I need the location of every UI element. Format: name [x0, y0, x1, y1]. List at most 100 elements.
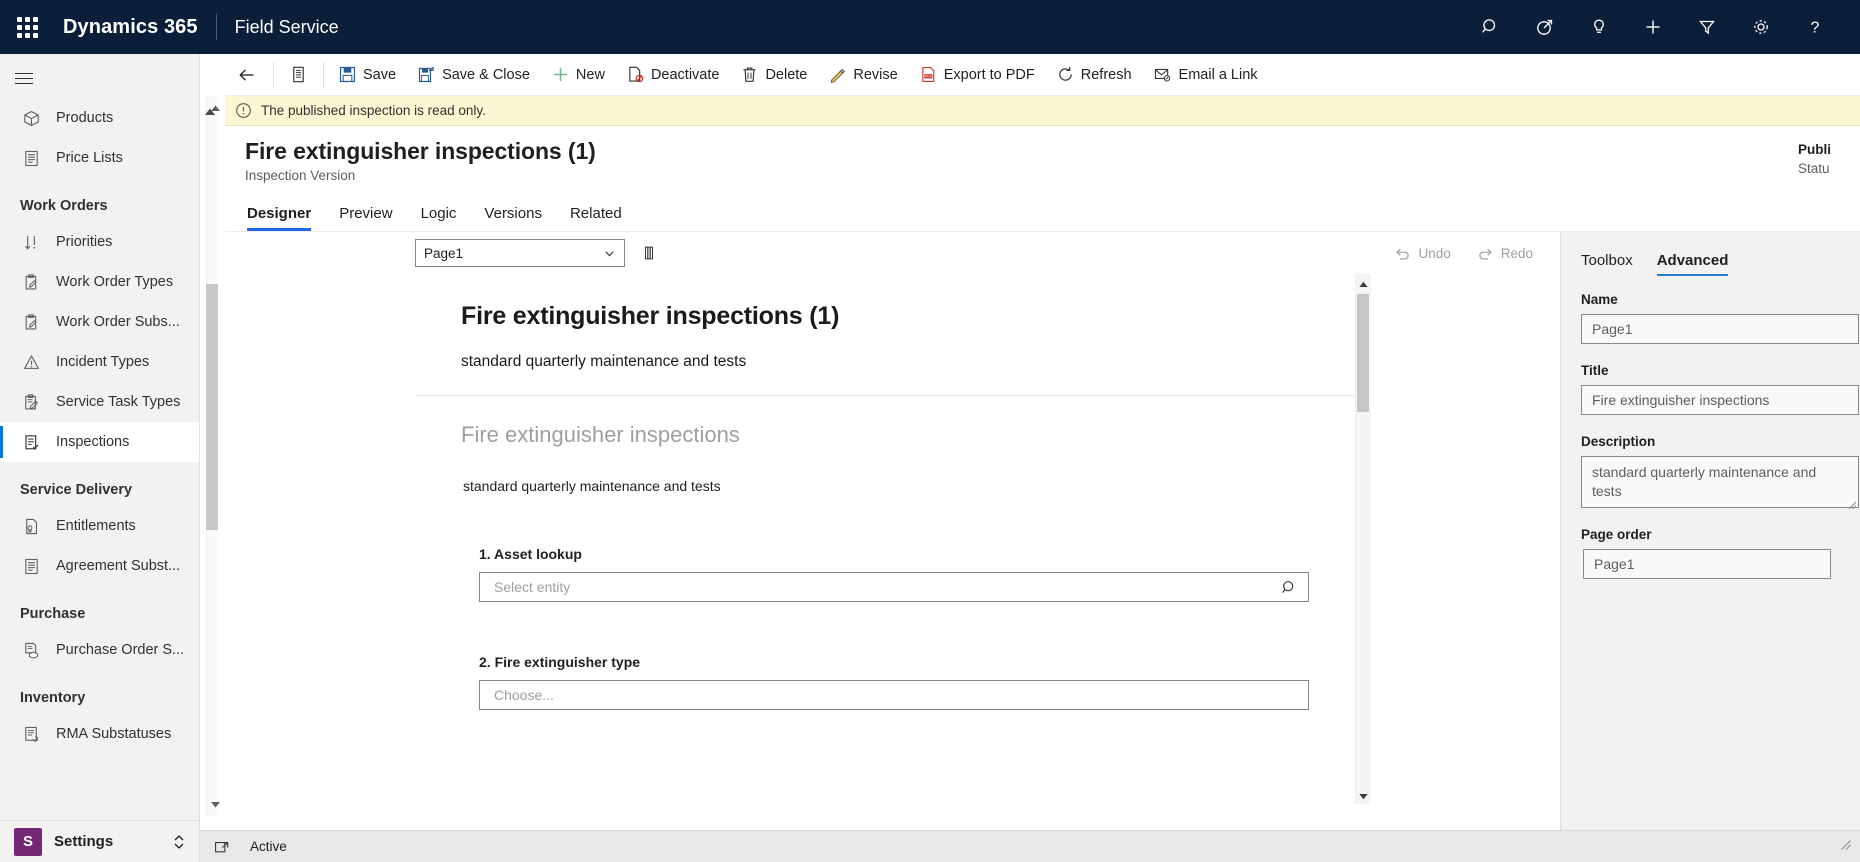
- sidebar-group-work-orders: Work Orders: [20, 198, 108, 214]
- form-card-heading: Fire extinguisher inspections (1): [461, 302, 840, 330]
- save-close-icon: [418, 66, 435, 83]
- delete-button[interactable]: Delete: [730, 54, 818, 96]
- plus-icon: [552, 66, 569, 83]
- tab-designer[interactable]: Designer: [247, 205, 312, 231]
- undo-label: Undo: [1418, 245, 1451, 261]
- tab-logic[interactable]: Logic: [421, 205, 457, 231]
- command-label: Email a Link: [1178, 66, 1258, 83]
- redo-button[interactable]: Redo: [1477, 246, 1533, 261]
- sidebar-item-work-order-substatuses[interactable]: Work Order Subs...: [0, 302, 199, 342]
- search-icon[interactable]: [1281, 579, 1298, 596]
- designer-toolbar: Page1 Undo Redo: [225, 232, 1555, 274]
- back-button[interactable]: [225, 54, 269, 96]
- page-order-field-value: Page1: [1594, 556, 1635, 572]
- page-order-field[interactable]: Page1: [1583, 549, 1831, 579]
- form-selector-button[interactable]: [278, 54, 319, 96]
- new-button[interactable]: New: [541, 54, 616, 96]
- title-field-value: Fire extinguisher inspections: [1592, 392, 1770, 408]
- pencil-icon: [829, 66, 846, 83]
- canvas-scroll-down-icon[interactable]: [1355, 788, 1371, 804]
- popout-icon[interactable]: [214, 839, 230, 855]
- sidebar-scroll-down-icon[interactable]: [207, 796, 223, 812]
- tab-advanced[interactable]: Advanced: [1656, 252, 1728, 276]
- sidebar-item-inspections[interactable]: Inspections: [0, 422, 199, 462]
- title-field[interactable]: Fire extinguisher inspections: [1581, 385, 1859, 415]
- export-to-pdf-button[interactable]: PDF Export to PDF: [909, 54, 1046, 96]
- sidebar-item-purchase-order-substatuses[interactable]: Purchase Order S...: [0, 630, 199, 670]
- record-status-label: Statu: [1798, 161, 1830, 176]
- tab-toolbox[interactable]: Toolbox: [1581, 252, 1633, 276]
- settings-tile-icon: S: [14, 827, 42, 856]
- name-field[interactable]: Page1: [1581, 314, 1859, 344]
- filter-icon[interactable]: [1680, 0, 1734, 54]
- page-selector-dropdown[interactable]: Page1: [415, 239, 625, 267]
- document-lines-icon: [20, 555, 42, 577]
- sidebar-item-rma-substatuses[interactable]: RMA Substatuses: [0, 714, 199, 754]
- form-field-asset-lookup[interactable]: 1. Asset lookup Select entity: [461, 546, 1309, 602]
- page-settings-button[interactable]: [635, 239, 663, 267]
- canvas-scroll-up-icon[interactable]: [1355, 276, 1371, 292]
- sidebar-item-priorities[interactable]: Priorities: [0, 222, 199, 262]
- properties-form: Name Page1 Title Fire extinguisher inspe…: [1561, 276, 1860, 579]
- tab-related[interactable]: Related: [570, 205, 622, 231]
- save-button[interactable]: Save: [328, 54, 407, 96]
- form-title-placeholder[interactable]: Fire extinguisher inspections: [461, 422, 1309, 448]
- plus-icon[interactable]: [1626, 0, 1680, 54]
- record-status-value: Publi: [1798, 142, 1831, 157]
- form-description-text[interactable]: standard quarterly maintenance and tests: [463, 478, 1309, 494]
- lightbulb-icon[interactable]: [1572, 0, 1626, 54]
- gear-icon[interactable]: [1734, 0, 1788, 54]
- sidebar-item-entitlements[interactable]: Entitlements: [0, 506, 199, 546]
- command-label: Refresh: [1080, 66, 1132, 83]
- save-and-close-button[interactable]: Save & Close: [407, 54, 541, 96]
- sidebar-item-products[interactable]: Products: [0, 98, 199, 138]
- designer-canvas: Fire extinguisher inspections (1) standa…: [415, 274, 1355, 804]
- sidebar-item-agreement-substatuses[interactable]: Agreement Subst...: [0, 546, 199, 586]
- field-placeholder: Choose...: [494, 687, 554, 703]
- command-divider: [273, 61, 274, 88]
- description-field[interactable]: standard quarterly maintenance and tests: [1581, 456, 1859, 510]
- fire-extinguisher-type-dropdown[interactable]: Choose...: [479, 680, 1309, 710]
- undo-button[interactable]: Undo: [1394, 245, 1451, 261]
- command-label: Save & Close: [442, 66, 530, 83]
- sidebar-item-label: RMA Substatuses: [56, 726, 172, 742]
- app-name[interactable]: Field Service: [235, 17, 339, 38]
- sidebar-item-label: Incident Types: [56, 354, 150, 370]
- form-field-fire-extinguisher-type[interactable]: 2. Fire extinguisher type Choose...: [461, 654, 1309, 710]
- tab-preview[interactable]: Preview: [339, 205, 392, 231]
- sidebar-item-service-task-types[interactable]: Service Task Types: [0, 382, 199, 422]
- sidebar-area-switcher[interactable]: S Settings: [0, 820, 199, 862]
- tab-versions[interactable]: Versions: [484, 205, 542, 231]
- resize-grip-icon[interactable]: [1847, 496, 1857, 510]
- email-a-link-button[interactable]: Email a Link: [1143, 54, 1269, 96]
- sidebar-nav-list: Products Price Lists Work Orders Priorit…: [0, 98, 199, 802]
- search-icon[interactable]: [1464, 0, 1518, 54]
- deactivate-button[interactable]: Deactivate: [616, 54, 731, 96]
- form-scroll-up-icon[interactable]: [200, 104, 220, 120]
- form-card-header: Fire extinguisher inspections (1) standa…: [415, 274, 1355, 396]
- resize-icon[interactable]: [1838, 837, 1852, 856]
- sidebar-item-label: Priorities: [56, 234, 113, 250]
- refresh-button[interactable]: Refresh: [1046, 54, 1143, 96]
- sidebar-scrollbar-thumb[interactable]: [206, 284, 218, 530]
- help-icon[interactable]: ?: [1788, 0, 1842, 54]
- sidebar-item-label: Inspections: [56, 434, 130, 450]
- asset-lookup-input[interactable]: Select entity: [479, 572, 1309, 602]
- canvas-scrollbar-thumb[interactable]: [1357, 294, 1369, 412]
- designer-history-actions: Undo Redo: [1368, 246, 1555, 261]
- field-label: 1. Asset lookup: [479, 546, 582, 562]
- sidebar-item-label: Price Lists: [56, 150, 123, 166]
- command-label: New: [575, 66, 605, 83]
- sitemap-toggle-button[interactable]: [0, 56, 48, 100]
- revise-button[interactable]: Revise: [818, 54, 908, 96]
- assistant-icon[interactable]: [1518, 0, 1572, 54]
- sidebar-item-label: Products: [56, 110, 114, 126]
- warning-triangle-icon: [20, 351, 42, 373]
- command-label: Export to PDF: [943, 66, 1035, 83]
- app-launcher-button[interactable]: [0, 0, 54, 54]
- sidebar-item-price-lists[interactable]: Price Lists: [0, 138, 199, 178]
- sidebar-group-inventory: Inventory: [20, 690, 86, 706]
- sidebar-item-work-order-types[interactable]: Work Order Types: [0, 262, 199, 302]
- sidebar-item-incident-types[interactable]: Incident Types: [0, 342, 199, 382]
- properties-tab-strip: Toolbox Advanced: [1561, 232, 1860, 276]
